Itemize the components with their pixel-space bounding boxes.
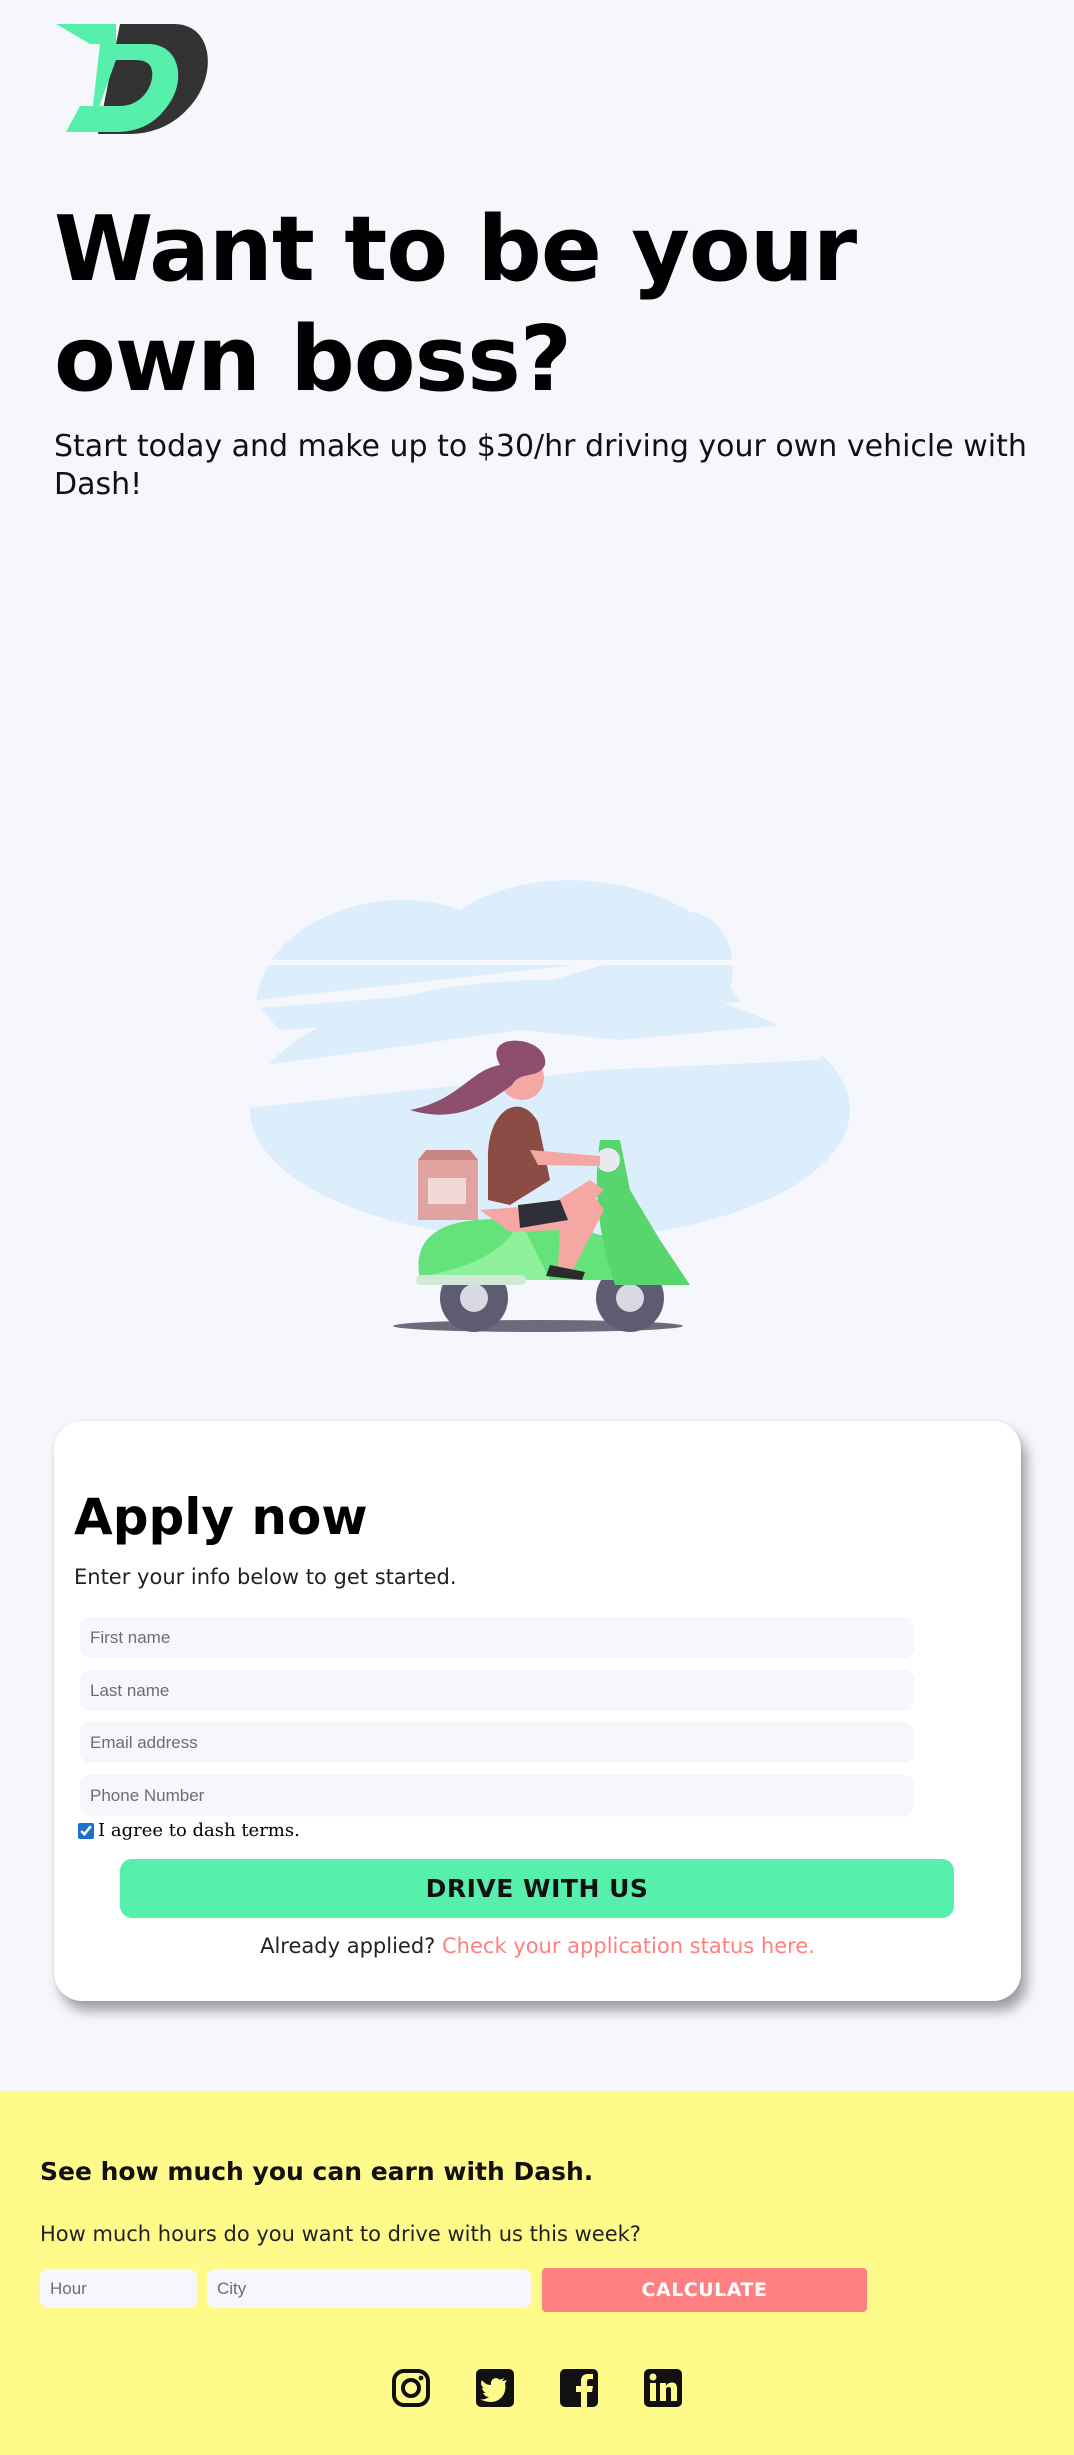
drive-with-us-button[interactable]: DRIVE WITH US xyxy=(120,1859,954,1918)
dash-logo-icon[interactable] xyxy=(54,22,210,134)
hero-title: Want to be your own boss? xyxy=(54,197,857,412)
social-links xyxy=(390,2367,684,2409)
earnings-question: How much hours do you want to drive with… xyxy=(40,2222,641,2246)
instagram-icon[interactable] xyxy=(390,2367,432,2409)
phone-input[interactable] xyxy=(80,1775,914,1816)
email-input[interactable] xyxy=(80,1722,914,1763)
city-input[interactable] xyxy=(207,2269,531,2308)
scooter-delivery-illustration xyxy=(230,880,850,1332)
apply-subtitle: Enter your info below to get started. xyxy=(74,1565,457,1589)
hour-input[interactable] xyxy=(40,2269,197,2308)
already-applied-text: Already applied? Check your application … xyxy=(54,1934,1021,1958)
earnings-title: See how much you can earn with Dash. xyxy=(40,2157,594,2186)
last-name-input[interactable] xyxy=(80,1670,914,1711)
terms-label: I agree to dash terms. xyxy=(98,1820,300,1841)
apply-title: Apply now xyxy=(74,1488,368,1546)
linkedin-icon[interactable] xyxy=(642,2367,684,2409)
application-status-link[interactable]: Check your application status here. xyxy=(442,1934,815,1958)
terms-checkbox[interactable] xyxy=(78,1822,94,1839)
twitter-icon[interactable] xyxy=(474,2367,516,2409)
apply-card: Apply now Enter your info below to get s… xyxy=(54,1421,1021,2001)
terms-row[interactable]: I agree to dash terms. xyxy=(78,1820,300,1841)
calculate-button[interactable]: CALCULATE xyxy=(542,2268,867,2312)
hero-subtitle: Start today and make up to $30/hr drivin… xyxy=(54,429,1027,502)
facebook-icon[interactable] xyxy=(558,2367,600,2409)
first-name-input[interactable] xyxy=(80,1617,914,1658)
already-applied-label: Already applied? xyxy=(260,1934,436,1958)
